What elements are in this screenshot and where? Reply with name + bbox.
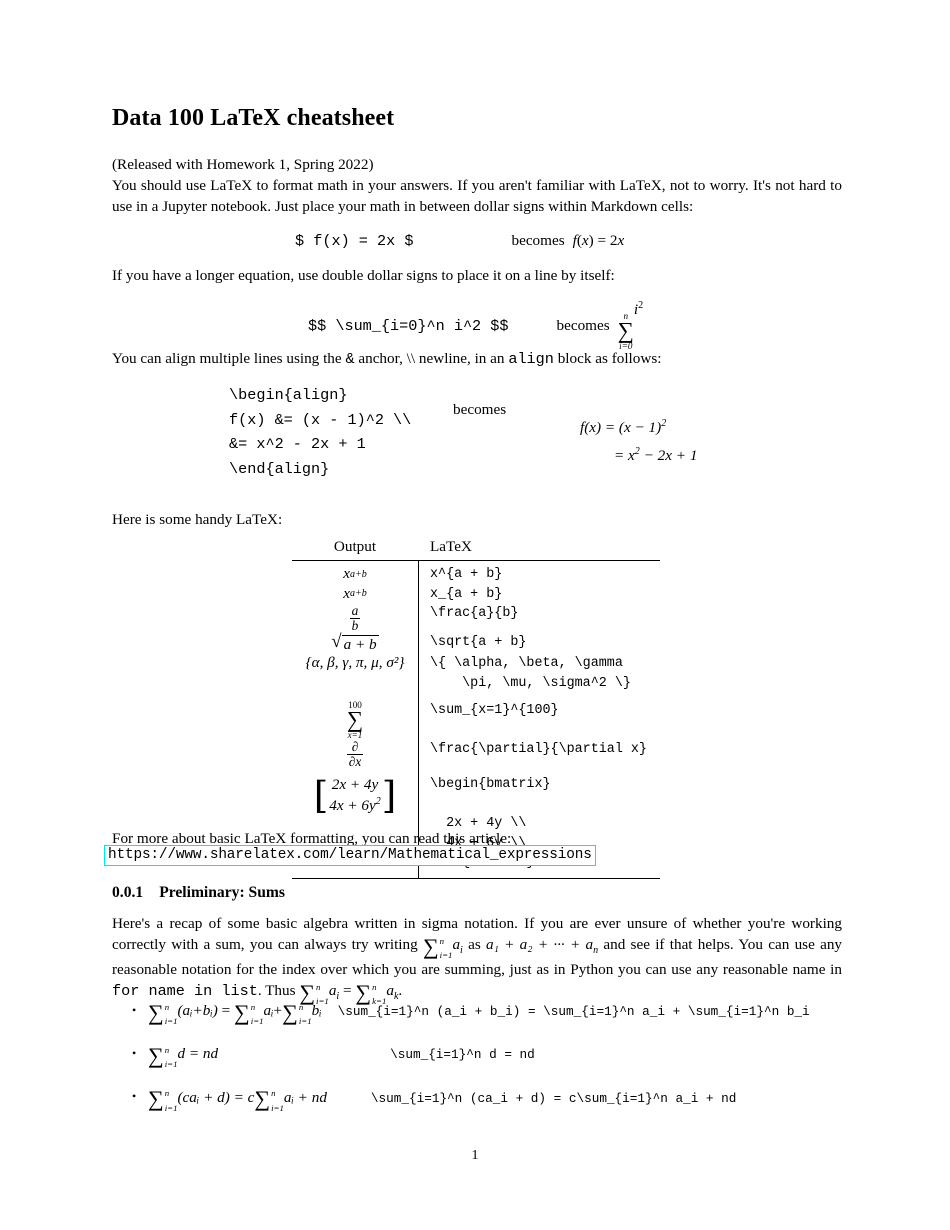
table-row: √ a + b \sqrt{a + b} bbox=[292, 631, 660, 654]
column-header-latex: LaTeX bbox=[430, 538, 472, 555]
becomes-label: becomes bbox=[453, 401, 507, 418]
cell-latex: x^{a + b} bbox=[430, 567, 503, 582]
becomes-label: becomes bbox=[556, 316, 610, 334]
section-title: Preliminary: Sums bbox=[159, 884, 285, 901]
column-header-output: Output bbox=[333, 538, 377, 555]
identity-math: ∑ n i=1 d = nd bbox=[148, 1042, 219, 1070]
cell-output: √ a + b bbox=[331, 631, 379, 654]
align-example-output: f(x) = (x − 1)2 = x2 − 2x + 1 bbox=[532, 418, 697, 465]
cell-output: {α, β, γ, π, μ, σ²} bbox=[305, 654, 405, 672]
sharelatex-link[interactable]: https://www.sharelatex.com/learn/Mathema… bbox=[104, 845, 596, 866]
page-title: Data 100 LaTeX cheatsheet bbox=[112, 105, 395, 131]
cell-output: [2x + 4y 4x + 6y2] bbox=[313, 772, 397, 817]
handy-latex-intro: Here is some handy LaTeX: bbox=[112, 511, 283, 528]
display-example-output: n ∑ i=0 i2 bbox=[617, 300, 644, 352]
section-heading: 0.0.1 Preliminary: Sums bbox=[112, 884, 285, 902]
cell-latex: \frac{a}{b} bbox=[430, 606, 519, 622]
cell-latex: \{ \alpha, \beta, \gamma \pi, \mu, \sigm… bbox=[430, 656, 631, 691]
inline-sum-1: ∑ n i=1 bbox=[422, 933, 453, 960]
sum-identities-list: • ∑ n i=1 (aᵢ+bᵢ) = ∑ n i=1 aᵢ+ ∑ n i=1 bᵢ \sum_{i… bbox=[112, 999, 872, 1132]
table-row: ab \frac{a}{b} bbox=[292, 604, 660, 633]
table-row: ∂ ∂x \frac{\partial}{\partial x} bbox=[292, 738, 660, 769]
cell-latex: \sum_{x=1}^{100} bbox=[430, 702, 559, 718]
cell-output: x a+b bbox=[343, 565, 367, 582]
table-header-row: Output LaTeX bbox=[292, 538, 660, 560]
align-example-code: \begin{align} f(x) &= (x - 1)^2 \\ &= x^… bbox=[229, 386, 412, 478]
bullet-glyph: • bbox=[132, 1046, 137, 1061]
display-example-code: $$ \sum_{i=0}^n i^2 $$ bbox=[308, 316, 509, 335]
sums-recap-paragraph: Here's a recap of some basic algebra wri… bbox=[112, 915, 843, 1007]
bullet-glyph: • bbox=[132, 1089, 137, 1104]
bullet-glyph: • bbox=[132, 1002, 137, 1017]
page-number: 1 bbox=[471, 1148, 479, 1163]
document-page: Data 100 LaTeX cheatsheet (Released with… bbox=[0, 0, 950, 1230]
inline-example-code: $ f(x) = 2x $ bbox=[295, 232, 414, 250]
table-row: {α, β, γ, π, μ, σ²} \{ \alpha, \beta, \g… bbox=[292, 654, 660, 693]
identity-latex: \sum_{i=1}^n d = nd bbox=[390, 1047, 535, 1063]
table-row: 100 ∑ x=1 \sum_{x=1}^{100} bbox=[292, 699, 660, 740]
becomes-label: becomes bbox=[511, 232, 565, 249]
cell-output: 100 ∑ x=1 bbox=[346, 699, 364, 740]
ampersand-token: & bbox=[345, 350, 355, 368]
intro-paragraph: (Released with Homework 1, Spring 2022) … bbox=[112, 155, 842, 218]
identity-math: ∑ n i=1 (aᵢ+bᵢ) = ∑ n i=1 aᵢ+ ∑ n i=1 bᵢ bbox=[148, 999, 322, 1026]
inline-example-output: f(x) = 2x bbox=[572, 232, 625, 249]
for-loop-code: for name in list bbox=[112, 982, 258, 1001]
cell-latex: \frac{\partial}{\partial x} bbox=[430, 741, 647, 757]
identity-latex: \sum_{i=1}^n (ca_i + d) = c\sum_{i=1}^n … bbox=[370, 1090, 737, 1106]
cell-latex: x_{a + b} bbox=[430, 586, 503, 602]
inline-math-example: $ f(x) = 2x $ becomes f(x) = 2x bbox=[112, 232, 842, 250]
intro-text: You should use LaTeX to format math in y… bbox=[112, 176, 842, 215]
table-row: x a+b x^{a + b} bbox=[292, 565, 660, 585]
list-item: • ∑ n i=1 (caᵢ + d) = c ∑ n i=1 aᵢ + nd \sum_{i… bbox=[112, 1086, 872, 1113]
align-output-line-1: f(x) = (x − 1)2 bbox=[580, 418, 667, 437]
release-note: (Released with Homework 1, Spring 2022) bbox=[112, 156, 374, 173]
table-row: x a+b x_{a + b} bbox=[292, 585, 660, 605]
cell-output: ∂ ∂x bbox=[346, 738, 364, 769]
list-item: • ∑ n i=1 d = nd \sum_{i=1}^n d = nd bbox=[112, 1042, 872, 1070]
cell-output: ab bbox=[349, 603, 361, 634]
cell-output: x a+b bbox=[343, 584, 367, 602]
cell-latex: \sqrt{a + b} bbox=[430, 635, 527, 651]
display-math-intro: If you have a longer equation, use doubl… bbox=[112, 267, 615, 284]
identity-latex: \sum_{i=1}^n (a_i + b_i) = \sum_{i=1}^n … bbox=[337, 1004, 810, 1019]
align-token: align bbox=[508, 350, 554, 368]
section-number: 0.0.1 bbox=[112, 884, 144, 901]
align-output-line-2: = x2 − 2x + 1 bbox=[614, 446, 698, 465]
latex-reference-table: Output LaTeX x a+b x^{a + b} x a+b x_{a + … bbox=[292, 538, 660, 880]
table-rule-bottom bbox=[292, 878, 660, 880]
align-block-intro: You can align multiple lines using the &… bbox=[112, 350, 662, 368]
list-item: • ∑ n i=1 (aᵢ+bᵢ) = ∑ n i=1 aᵢ+ ∑ n i=1 bᵢ \sum_{i… bbox=[112, 999, 872, 1026]
identity-math: ∑ n i=1 (caᵢ + d) = c ∑ n i=1 aᵢ + nd bbox=[148, 1086, 327, 1113]
display-math-example: $$ \sum_{i=0}^n i^2 $$ becomes n ∑ i=0 i2 bbox=[112, 300, 842, 351]
